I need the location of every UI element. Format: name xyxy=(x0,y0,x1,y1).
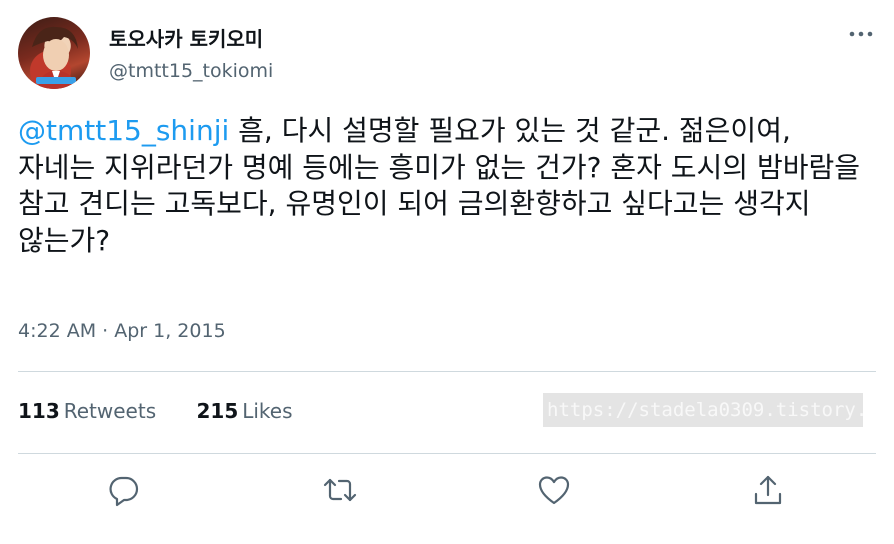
tweet-time[interactable]: 4:22 AM xyxy=(18,320,96,342)
tweet-stats: 113 Retweets 215 Likes xyxy=(18,399,327,423)
tweet-date[interactable]: Apr 1, 2015 xyxy=(114,320,225,342)
mention-link[interactable]: @tmtt15_shinji xyxy=(18,114,229,147)
retweets-label: Retweets xyxy=(63,399,157,423)
tweet-card: 토오사카 토키오미 @tmtt15_tokiomi @tmtt15_shinji… xyxy=(0,0,894,544)
tweet-text: @tmtt15_shinji 흠, 다시 설명할 필요가 있는 것 같군. 젊은… xyxy=(18,113,864,259)
tweet-timestamp: 4:22 AM · Apr 1, 2015 xyxy=(18,320,226,342)
likes-count: 215 xyxy=(196,399,239,423)
more-options-icon[interactable] xyxy=(846,22,876,46)
divider-bottom xyxy=(18,453,876,454)
divider-top xyxy=(18,371,876,372)
user-handle[interactable]: @tmtt15_tokiomi xyxy=(109,60,273,82)
like-icon[interactable] xyxy=(536,472,572,508)
avatar[interactable] xyxy=(18,17,90,89)
share-icon[interactable] xyxy=(750,472,786,508)
likes-stat[interactable]: 215 Likes xyxy=(196,399,292,423)
retweets-count: 113 xyxy=(18,399,60,423)
watermark: https://stadela0309.tistory.com xyxy=(543,393,863,427)
retweet-icon[interactable] xyxy=(322,472,358,508)
retweets-stat[interactable]: 113 Retweets xyxy=(18,399,156,423)
timestamp-separator: · xyxy=(96,320,115,342)
likes-label: Likes xyxy=(242,399,293,423)
display-name[interactable]: 토오사카 토키오미 xyxy=(109,23,263,52)
reply-icon[interactable] xyxy=(106,472,142,508)
